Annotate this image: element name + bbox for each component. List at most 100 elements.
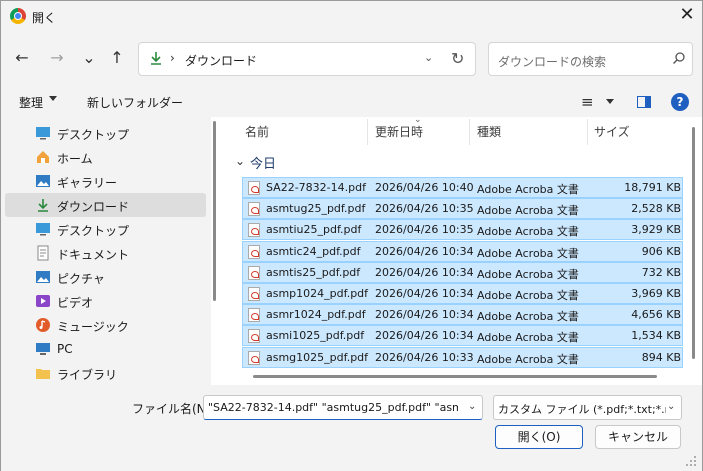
- sidebar-item[interactable]: ダウンロード: [5, 193, 206, 217]
- sort-indicator-icon: ⌄: [414, 115, 422, 125]
- file-name: asmtis25_pdf.pdf: [266, 266, 361, 279]
- file-name: asmtug25_pdf.pdf: [266, 202, 366, 215]
- file-row[interactable]: asmi1025_pdf.pdf 2026/04/26 10:34 Adobe Ac…: [242, 325, 683, 346]
- file-name: asmi1025_pdf.pdf: [266, 329, 365, 342]
- search-input[interactable]: ダウンロードの検索: [488, 42, 693, 76]
- column-separator[interactable]: [469, 119, 470, 145]
- recent-locations-icon[interactable]: ⌄: [77, 47, 101, 69]
- file-size: 906 KB: [641, 245, 681, 258]
- file-row[interactable]: asmr1024_pdf.pdf 2026/04/26 10:34 Adobe Ac…: [242, 304, 683, 325]
- sidebar-item[interactable]: ビデオ: [5, 289, 206, 313]
- file-name: asmtic24_pdf.pdf: [266, 245, 361, 258]
- videos-icon: [35, 293, 51, 309]
- file-name: SA22-7832-14.pdf: [266, 181, 366, 194]
- sidebar-item-label: デスクトップ: [57, 128, 130, 142]
- file-date: 2026/04/26 10:40: [375, 181, 474, 194]
- sidebar-item[interactable]: デスクトップ: [5, 217, 206, 241]
- download-icon: [35, 197, 51, 213]
- sidebar-item-label: ドキュメント: [57, 248, 130, 262]
- view-options-icon[interactable]: ≡: [581, 93, 594, 111]
- sidebar-item[interactable]: ギャラリー: [5, 169, 206, 193]
- music-icon: [35, 317, 51, 333]
- file-type: Adobe Acroba 文書: [477, 353, 579, 366]
- file-row[interactable]: asmtis25_pdf.pdf 2026/04/26 10:34 Adobe Ac…: [242, 262, 683, 283]
- view-dropdown-icon[interactable]: [606, 99, 614, 104]
- sidebar-item[interactable]: ピクチャ: [5, 265, 206, 289]
- dialog-footer: ファイル名(N): "SA22-7832-14.pdf" "asmtug25_p…: [1, 385, 702, 471]
- group-collapse-icon[interactable]: ⌄: [235, 154, 245, 168]
- file-name: asmg1025_pdf.pdf: [266, 351, 369, 364]
- file-row[interactable]: SA22-7832-14.pdf 2026/04/26 10:40 Adobe Ac…: [242, 177, 683, 198]
- file-row[interactable]: asmtiu25_pdf.pdf 2026/04/26 10:35 Adobe Ac…: [242, 219, 683, 240]
- resize-grip-icon[interactable]: [685, 455, 697, 467]
- pc-icon: [35, 341, 51, 357]
- sidebar-item[interactable]: ライブラリ: [5, 361, 206, 385]
- back-icon[interactable]: ←: [10, 47, 34, 69]
- file-size: 3,969 KB: [631, 287, 681, 300]
- sidebar-item[interactable]: デスクトップ: [5, 121, 206, 145]
- title-bar: 開く ✕: [1, 1, 702, 31]
- filename-value[interactable]: "SA22-7832-14.pdf" "asmtug25_pdf.pdf" "a…: [208, 401, 458, 414]
- pdf-file-icon: [248, 266, 260, 280]
- address-bar[interactable]: › ダウンロード ⌄ ↻: [138, 42, 476, 76]
- address-dropdown-icon[interactable]: ⌄: [424, 51, 433, 64]
- file-row[interactable]: asmtug25_pdf.pdf 2026/04/26 10:35 Adobe Ac…: [242, 198, 683, 219]
- window-title: 開く: [32, 11, 57, 25]
- chrome-logo-icon: [10, 8, 26, 24]
- file-date: 2026/04/26 10:35: [375, 223, 474, 236]
- file-type: Adobe Acroba 文書: [477, 268, 579, 281]
- file-row[interactable]: asmg1025_pdf.pdf 2026/04/26 10:33 Adobe Ac…: [242, 347, 683, 368]
- up-icon[interactable]: ↑: [105, 47, 129, 69]
- pdf-file-icon: [248, 223, 260, 237]
- column-header-type[interactable]: 種類: [477, 123, 501, 140]
- refresh-icon[interactable]: ↻: [451, 49, 464, 68]
- file-date: 2026/04/26 10:34: [375, 329, 474, 342]
- file-size: 2,528 KB: [631, 202, 681, 215]
- file-row[interactable]: asmtic24_pdf.pdf 2026/04/26 10:34 Adobe Ac…: [242, 241, 683, 262]
- sidebar-scrollbar[interactable]: [213, 121, 216, 301]
- group-header[interactable]: 今日: [250, 153, 276, 172]
- sidebar-item-label: PC: [57, 342, 73, 356]
- forward-icon[interactable]: →: [45, 47, 69, 69]
- file-row[interactable]: asmp1024_pdf.pdf 2026/04/26 10:34 Adobe Ac…: [242, 283, 683, 304]
- help-icon[interactable]: ?: [671, 93, 689, 111]
- filetype-select[interactable]: カスタム ファイル (*.pdf;*.txt;*.md; ⌄: [493, 395, 682, 420]
- cancel-button[interactable]: キャンセル: [595, 425, 681, 449]
- organize-button[interactable]: 整理: [19, 94, 43, 111]
- breadcrumb-location[interactable]: ダウンロード: [185, 52, 257, 69]
- vertical-scrollbar[interactable]: [692, 127, 695, 359]
- close-icon[interactable]: ✕: [673, 4, 701, 28]
- horizontal-scrollbar[interactable]: [253, 375, 657, 378]
- file-size: 18,791 KB: [624, 181, 681, 194]
- column-header-name[interactable]: 名前: [245, 123, 269, 140]
- column-header-date[interactable]: 更新日時: [375, 123, 423, 140]
- sidebar-item-label: ダウンロード: [57, 200, 130, 214]
- column-separator[interactable]: [587, 119, 588, 145]
- sidebar-item[interactable]: ミュージック: [5, 313, 206, 337]
- filetype-dropdown-icon[interactable]: ⌄: [667, 401, 675, 412]
- file-date: 2026/04/26 10:34: [375, 287, 474, 300]
- file-name: asmp1024_pdf.pdf: [266, 287, 369, 300]
- pdf-file-icon: [248, 351, 260, 365]
- file-name: asmr1024_pdf.pdf: [266, 308, 366, 321]
- open-button[interactable]: 開く(O): [495, 425, 583, 449]
- search-placeholder: ダウンロードの検索: [498, 55, 607, 69]
- sidebar-item[interactable]: ドキュメント: [5, 241, 206, 265]
- pictures-icon: [35, 269, 51, 285]
- column-separator[interactable]: [367, 119, 368, 145]
- pdf-file-icon: [248, 202, 260, 216]
- filename-field[interactable]: "SA22-7832-14.pdf" "asmtug25_pdf.pdf" "a…: [203, 395, 483, 420]
- file-size: 3,929 KB: [631, 223, 681, 236]
- column-header-size[interactable]: サイズ: [594, 123, 630, 140]
- file-size: 1,534 KB: [631, 329, 681, 342]
- pdf-file-icon: [248, 329, 260, 343]
- filename-dropdown-icon[interactable]: ⌄: [468, 401, 476, 412]
- preview-pane-icon[interactable]: [637, 96, 651, 108]
- download-icon: [147, 50, 165, 68]
- organize-dropdown-icon[interactable]: [49, 96, 57, 101]
- sidebar-item[interactable]: ホーム: [5, 145, 206, 169]
- new-folder-button[interactable]: 新しいフォルダー: [87, 94, 183, 111]
- file-size: 4,656 KB: [631, 308, 681, 321]
- file-type: Adobe Acroba 文書: [477, 183, 579, 196]
- sidebar-item[interactable]: PC: [5, 337, 206, 361]
